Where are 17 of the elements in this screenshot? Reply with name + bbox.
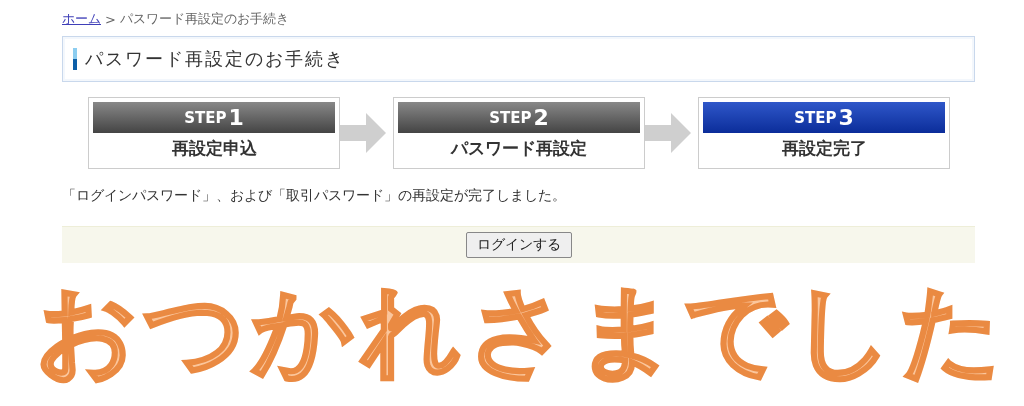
completion-message: 「ログインパスワード」、および「取引パスワード」の再設定が完了しました。 bbox=[62, 187, 567, 205]
step-number: 2 bbox=[533, 105, 549, 130]
page-title: パスワード再設定のお手続き bbox=[85, 47, 345, 71]
breadcrumb-separator: > bbox=[105, 11, 116, 27]
title-marker-icon bbox=[73, 48, 77, 70]
step-title: 再設定完了 bbox=[780, 137, 868, 160]
overlay-caption: おつかれさまでした bbox=[36, 276, 1008, 386]
step-label: STEP bbox=[794, 108, 837, 127]
step-title: 再設定申込 bbox=[170, 137, 258, 160]
home-link[interactable]: ホーム bbox=[62, 10, 101, 28]
step-number: 3 bbox=[838, 105, 854, 130]
step-label: STEP bbox=[184, 108, 227, 127]
breadcrumb-current: パスワード再設定のお手続き bbox=[119, 10, 289, 28]
login-button[interactable]: ログインする bbox=[465, 232, 572, 258]
step-label: STEP bbox=[489, 108, 532, 127]
step-title: パスワード再設定 bbox=[449, 137, 588, 160]
step-number: 1 bbox=[228, 105, 244, 130]
